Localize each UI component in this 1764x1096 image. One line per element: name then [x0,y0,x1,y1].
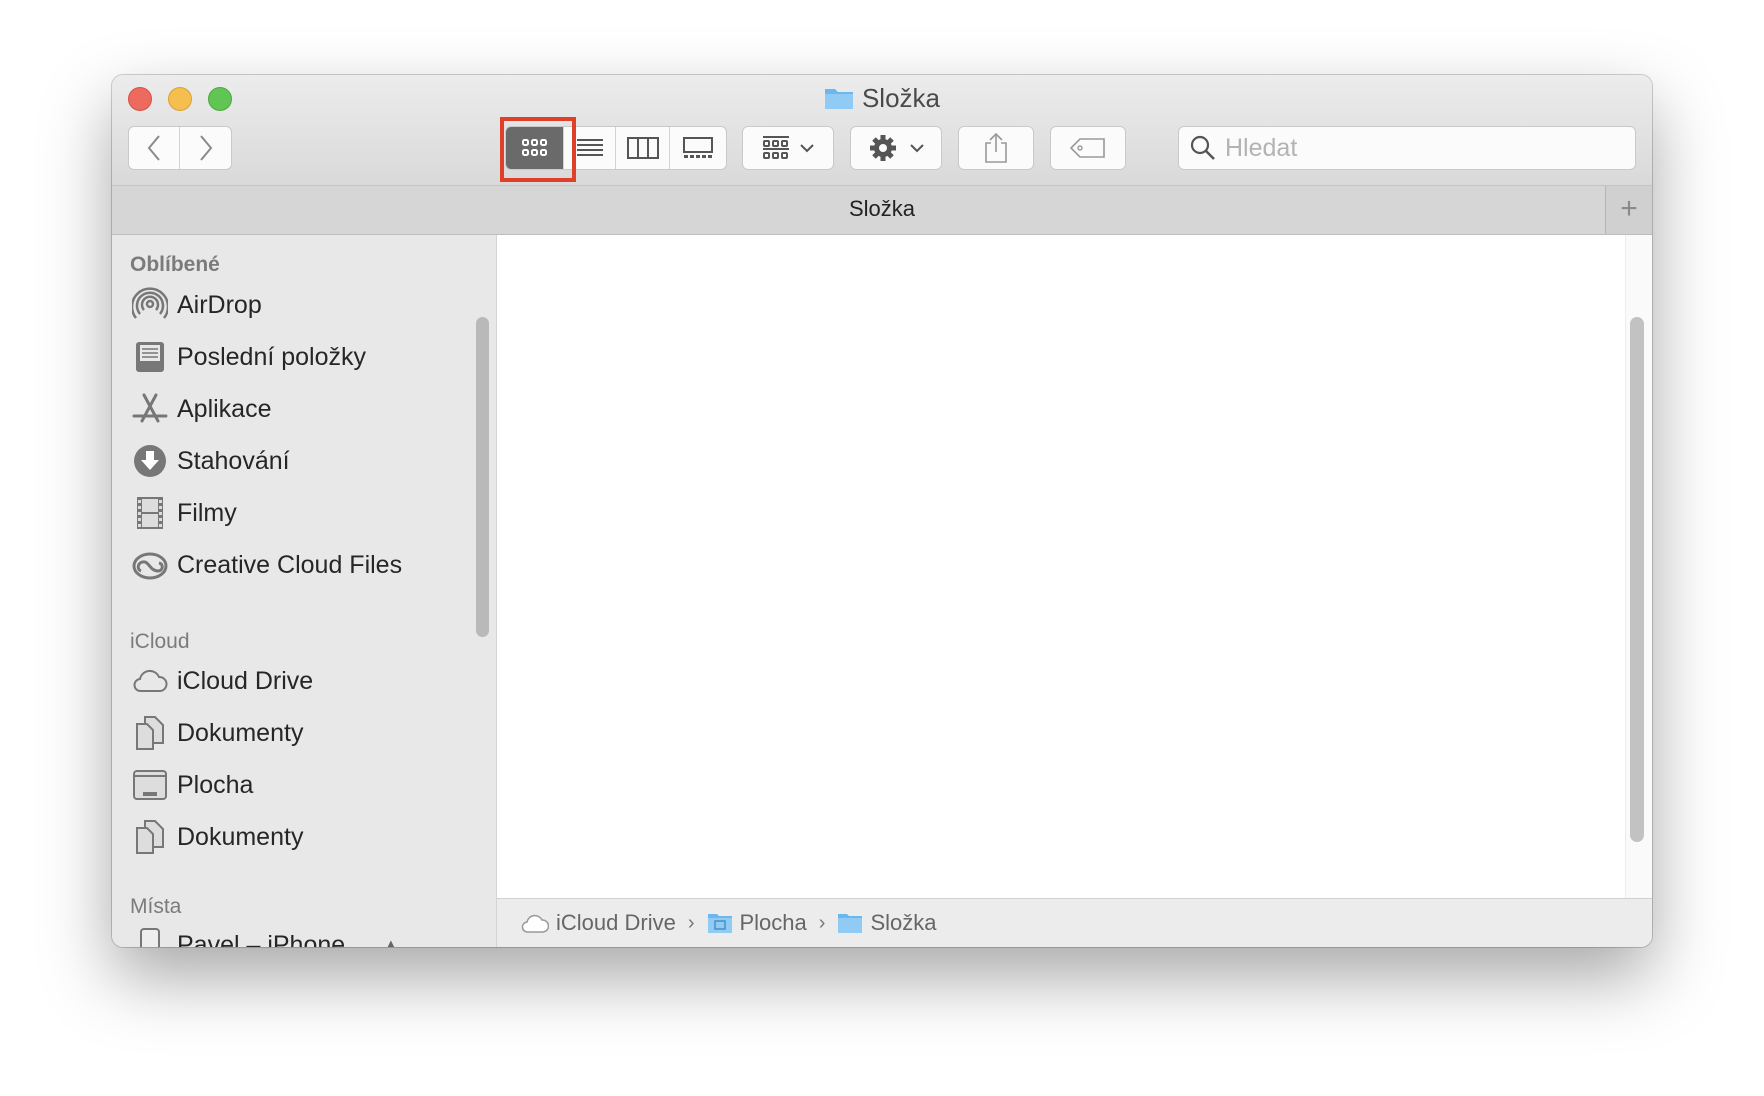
search-placeholder: Hledat [1225,133,1298,162]
chevron-down-icon [800,144,814,153]
new-tab-button[interactable]: + [1605,186,1652,234]
action-menu-button[interactable] [850,126,942,170]
documents-icon [136,716,164,750]
sidebar-item-label: Creative Cloud Files [177,550,403,579]
sidebar-item-label: Poslední položky [177,342,367,371]
tags-button[interactable] [1050,126,1126,170]
gallery-icon [683,137,713,158]
sidebar-item-documents[interactable]: Dokumenty [132,817,303,857]
path-bar: iCloud Drive › Plocha › Složka [497,898,1652,947]
path-item-icloud-drive[interactable]: iCloud Drive [521,910,676,936]
sidebar-item-icloud-drive[interactable]: iCloud Drive [132,661,313,701]
sidebar-header-locations: Místa [130,895,182,918]
sidebar-item-label: iCloud Drive [177,666,314,695]
sidebar-header-favorites: Oblíbené [130,253,220,276]
sidebar-item-label: Filmy [177,498,237,527]
window-title: Složka [112,83,1652,114]
column-view-button[interactable] [616,127,670,169]
documents-icon [136,820,164,854]
share-icon [985,132,1007,163]
sidebar-item-label: Pavel – iPhone [177,930,346,948]
forward-button[interactable] [180,127,231,169]
sidebar-item-airdrop[interactable]: AirDrop [132,285,262,325]
folder-icon [824,89,853,109]
chevron-down-icon [910,144,924,153]
path-item-plocha[interactable]: Plocha [707,910,807,936]
gear-icon [870,135,896,161]
cloud-icon [133,669,168,692]
movies-icon [137,497,163,529]
path-separator-icon: › [818,911,826,934]
navigation-buttons [128,126,232,170]
sidebar-item-applications[interactable]: Aplikace [132,389,272,429]
sidebar-item-downloads[interactable]: Stahování [132,441,290,481]
group-icon [763,136,789,159]
sidebar-item-label: Stahování [177,446,290,475]
iphone-icon [140,928,160,947]
share-button[interactable] [958,126,1034,170]
airdrop-icon [132,287,168,319]
sidebar-item-desktop[interactable]: Plocha [132,765,253,805]
sidebar-item-label: AirDrop [177,290,262,319]
sidebar-item-movies[interactable]: Filmy [132,493,237,533]
eject-icon[interactable]: ▲ [382,935,400,948]
sidebar-header-icloud: iCloud [130,630,190,653]
titlebar: Složka Hledat [112,75,1652,186]
finder-window: Složka Hledat Složka + Oblíbené AirDrop … [112,75,1652,947]
tab-bar: Složka + [112,186,1652,235]
sidebar-item-label: Aplikace [177,394,272,423]
desktop-icon [133,770,167,800]
file-area[interactable] [497,235,1652,898]
cloud-icon [521,914,549,933]
chevron-left-icon [147,135,160,161]
applications-icon [132,393,168,423]
sidebar-item-recents[interactable]: Poslední položky [132,337,366,377]
sidebar-item-label: Dokumenty [177,718,304,747]
highlight-box [500,117,576,182]
sidebar-item-label: Dokumenty [177,822,304,851]
desktop-folder-icon [707,914,732,933]
tab-title[interactable]: Složka [849,196,915,221]
sidebar: Oblíbené AirDrop Poslední položky Aplika… [112,235,497,947]
tag-icon [1070,138,1105,158]
columns-icon [626,137,659,159]
gallery-view-button[interactable] [670,127,726,169]
downloads-icon [134,445,166,477]
back-button[interactable] [129,127,181,169]
folder-icon [838,914,863,933]
path-separator-icon: › [687,911,695,934]
sidebar-item-iphone[interactable]: Pavel – iPhone ▲ [132,925,400,948]
list-icon [576,139,603,156]
creative-cloud-icon [132,552,168,580]
sidebar-item-creative-cloud[interactable]: Creative Cloud Files [132,545,402,585]
chevron-right-icon [199,135,212,161]
search-icon [1190,135,1215,160]
recents-icon [136,342,164,372]
content-scrollbar[interactable] [1630,317,1644,842]
path-item-slozka[interactable]: Složka [837,910,937,936]
sidebar-item-documents[interactable]: Dokumenty [132,713,303,753]
path-label: Složka [870,910,937,935]
sidebar-scrollbar[interactable] [476,317,489,637]
group-by-dropdown[interactable] [742,126,834,170]
path-label: Plocha [739,910,807,935]
path-label: iCloud Drive [556,910,676,935]
search-field[interactable]: Hledat [1178,126,1636,170]
sidebar-item-label: Plocha [177,770,254,799]
